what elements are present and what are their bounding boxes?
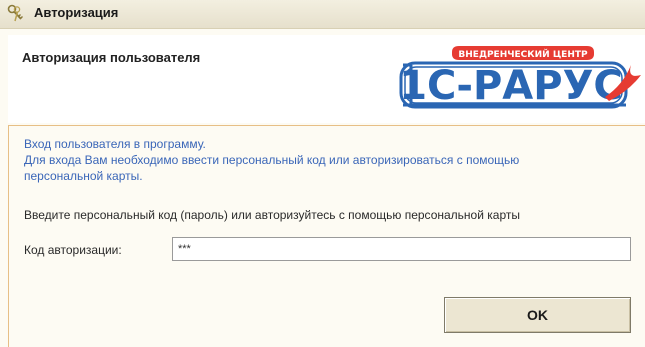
info-line-2: Для входа Вам необходимо ввести персонал…	[24, 153, 520, 167]
info-line-1: Вход пользователя в программу.	[24, 137, 206, 151]
info-line-3: персональной карты.	[24, 169, 143, 183]
window-title: Авторизация	[34, 5, 119, 20]
ok-button[interactable]: OK	[444, 297, 631, 333]
auth-window: Авторизация Авторизация пользователя ВНЕ…	[0, 0, 645, 347]
header-divider	[8, 125, 645, 126]
brand-logo: ВНЕДРЕНЧЕСКИЙ ЦЕНТР 1С-РАРУС	[399, 46, 641, 109]
keys-icon	[7, 4, 23, 22]
logo-badge-text: ВНЕДРЕНЧЕСКИЙ ЦЕНТР	[458, 48, 588, 60]
title-bar[interactable]: Авторизация	[0, 0, 645, 29]
auth-code-label: Код авторизации:	[24, 243, 122, 257]
header-panel: Авторизация пользователя ВНЕДРЕНЧЕСКИЙ Ц…	[8, 35, 645, 123]
code-prompt: Введите персональный код (пароль) или ав…	[24, 208, 520, 222]
auth-code-input[interactable]	[172, 237, 631, 261]
content-border	[8, 125, 9, 347]
info-text: Вход пользователя в программу. Для входа…	[24, 136, 624, 184]
header-title: Авторизация пользователя	[22, 50, 201, 65]
logo-main-text: 1С-РАРУС	[399, 63, 623, 109]
